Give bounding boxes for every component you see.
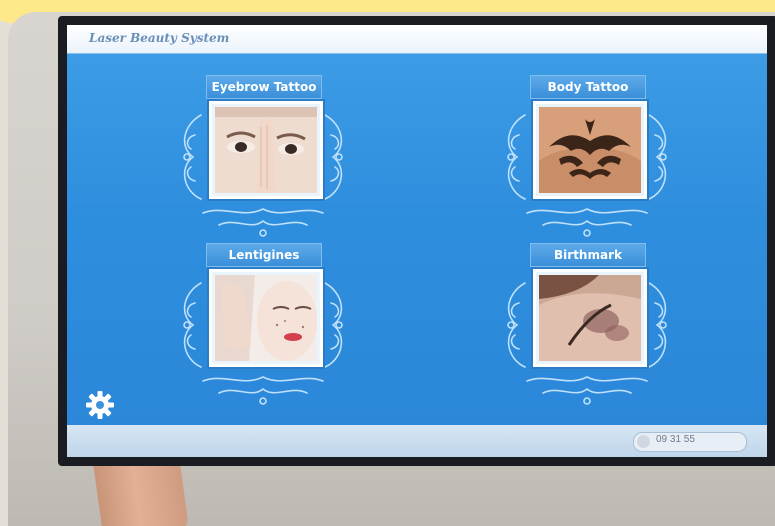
clock-icon bbox=[637, 435, 650, 448]
face-eyebrow-photo bbox=[215, 107, 317, 193]
clock-time: 09 31 55 bbox=[656, 434, 695, 445]
tile-body-tattoo[interactable]: Body Tattoo bbox=[487, 75, 687, 245]
tile-photo-frame bbox=[209, 269, 323, 367]
face-lentigines-photo bbox=[215, 275, 317, 361]
title-bar: Laser Beauty System bbox=[67, 25, 767, 54]
shoulder-birthmark-photo bbox=[539, 275, 641, 361]
tile-photo-frame bbox=[533, 101, 647, 199]
tile-label: Lentigines bbox=[206, 243, 322, 267]
tile-photo-frame bbox=[533, 269, 647, 367]
tile-label: Body Tattoo bbox=[530, 75, 646, 99]
tile-eyebrow-tattoo[interactable]: Eyebrow Tattoo bbox=[163, 75, 363, 245]
clock-display: 09 31 55 bbox=[633, 432, 747, 452]
tile-birthmark[interactable]: Birthmark bbox=[487, 243, 687, 413]
tile-lentigines[interactable]: Lentigines bbox=[163, 243, 363, 413]
tile-label: Eyebrow Tattoo bbox=[206, 75, 322, 99]
status-bar: 09 31 55 bbox=[67, 425, 767, 457]
tile-photo-frame bbox=[209, 101, 323, 199]
gear-icon bbox=[86, 391, 114, 419]
touchscreen: Laser Beauty System Eyebrow Tattoo Body … bbox=[67, 25, 767, 457]
app-title: Laser Beauty System bbox=[89, 31, 230, 45]
settings-button[interactable] bbox=[83, 388, 117, 422]
tribal-tattoo-photo bbox=[539, 107, 641, 193]
tile-label: Birthmark bbox=[530, 243, 646, 267]
